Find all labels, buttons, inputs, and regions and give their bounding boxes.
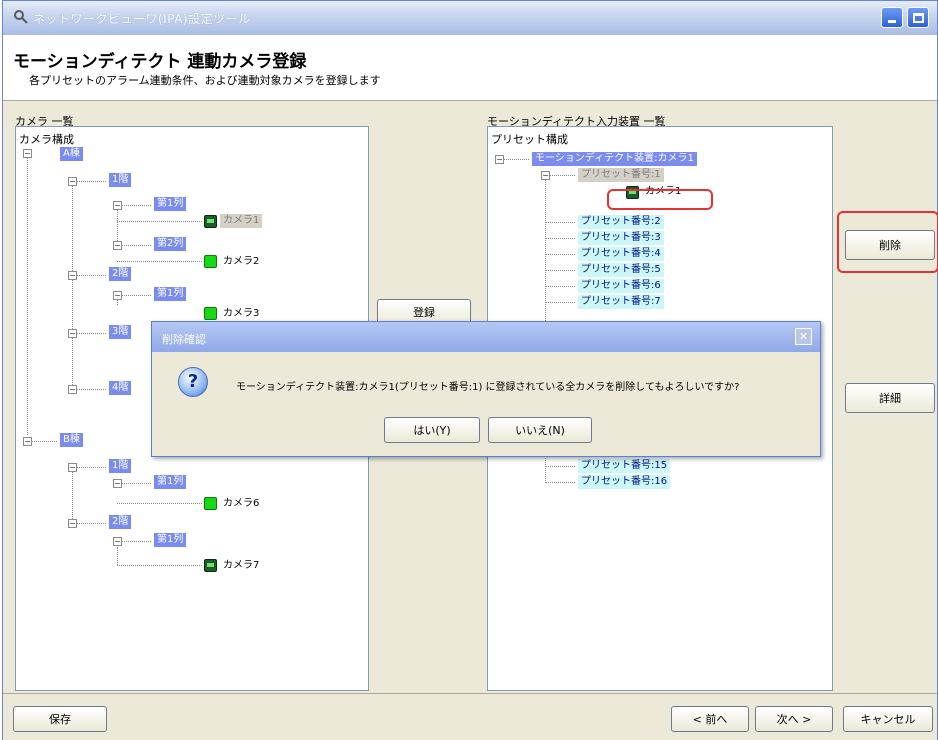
window-title: ネットワークビューワ(IPA)設定ツール xyxy=(33,12,251,26)
tree-node-preset-15[interactable]: プリセット番号:15 xyxy=(578,459,671,473)
highlight-box xyxy=(837,211,938,273)
tree-line xyxy=(545,270,575,271)
tree-line xyxy=(117,565,202,566)
tree-line xyxy=(545,254,575,255)
camera-icon xyxy=(204,497,217,510)
tree-line xyxy=(76,275,106,276)
tree-line xyxy=(121,483,151,484)
tree-line xyxy=(117,503,202,504)
tree-node-b-floor-1[interactable]: 1階 xyxy=(109,459,132,473)
tree-root-label: プリセット構成 xyxy=(491,133,568,146)
tree-node-floor-4[interactable]: 4階 xyxy=(109,381,132,395)
tree-node-preset-2[interactable]: プリセット番号:2 xyxy=(578,215,664,229)
dialog-title-bar[interactable]: 削除確認 ✕ xyxy=(152,322,820,352)
tree-node-b-row-1b[interactable]: 第1列 xyxy=(154,533,187,547)
tree-line xyxy=(76,523,106,524)
minimize-button[interactable] xyxy=(881,7,903,28)
tree-node-preset-6[interactable]: プリセット番号:6 xyxy=(578,279,664,293)
tree-node-b-row-1[interactable]: 第1列 xyxy=(154,475,187,489)
cancel-button[interactable]: キャンセル xyxy=(843,706,933,732)
dialog-message: モーションディテクト装置:カメラ1(プリセット番号:1) に登録されている全カメ… xyxy=(236,382,740,393)
tree-line xyxy=(76,467,106,468)
tree-node-preset-4[interactable]: プリセット番号:4 xyxy=(578,247,664,261)
tree-line xyxy=(545,286,575,287)
question-icon: ? xyxy=(178,367,208,397)
tree-line xyxy=(549,175,575,176)
title-bar[interactable]: ネットワークビューワ(IPA)設定ツール xyxy=(3,1,937,35)
save-button[interactable]: 保存 xyxy=(13,706,107,732)
tree-line xyxy=(121,541,151,542)
tree-node-camera-1[interactable]: カメラ1 xyxy=(220,214,263,228)
expand-toggle[interactable]: − xyxy=(23,149,32,158)
dialog-title: 削除確認 xyxy=(162,333,206,346)
tree-line xyxy=(117,221,202,222)
no-button[interactable]: いいえ(N) xyxy=(488,417,592,443)
highlight-box xyxy=(607,189,713,210)
tree-node-preset-7[interactable]: プリセット番号:7 xyxy=(578,295,664,309)
tree-line xyxy=(545,222,575,223)
yes-button[interactable]: はい(Y) xyxy=(384,417,480,443)
tree-node-preset-16[interactable]: プリセット番号:16 xyxy=(578,475,671,489)
tree-node-b-floor-2[interactable]: 2階 xyxy=(109,515,132,529)
tree-line xyxy=(72,471,73,523)
delete-confirm-dialog: 削除確認 ✕ ? モーションディテクト装置:カメラ1(プリセット番号:1) に登… xyxy=(151,321,821,457)
tree-node-preset-3[interactable]: プリセット番号:3 xyxy=(578,231,664,245)
maximize-icon xyxy=(912,12,924,23)
tree-node-bldg-a[interactable]: A棟 xyxy=(60,147,83,161)
tree-line xyxy=(76,181,106,182)
tree-node-preset-1[interactable]: プリセット番号:1 xyxy=(578,168,664,182)
page-header: モーションディテクト 連動カメラ登録 各プリセットのアラーム連動条件、および連動… xyxy=(3,35,937,101)
minimize-icon xyxy=(888,20,896,23)
tree-node-camera-3[interactable]: カメラ3 xyxy=(220,307,262,321)
tree-line xyxy=(76,333,106,334)
tree-line xyxy=(121,245,151,246)
tree-line xyxy=(121,295,151,296)
tree-node-camera-7[interactable]: カメラ7 xyxy=(220,559,262,573)
tree-node-camera-2[interactable]: カメラ2 xyxy=(220,255,262,269)
tree-line xyxy=(545,302,575,303)
next-button[interactable]: 次へ > xyxy=(755,706,833,732)
tree-node-bldg-b[interactable]: B棟 xyxy=(60,433,83,447)
tree-line xyxy=(545,466,575,467)
detail-button[interactable]: 詳細 xyxy=(845,383,935,413)
tree-line xyxy=(27,153,28,435)
tree-root-label: カメラ構成 xyxy=(19,133,74,146)
tree-node-floor-2[interactable]: 2階 xyxy=(109,267,132,281)
tree-line xyxy=(545,482,575,483)
camera-icon xyxy=(204,559,217,572)
tree-node-floor-3[interactable]: 3階 xyxy=(109,325,132,339)
tree-line xyxy=(545,238,575,239)
page-title: モーションディテクト 連動カメラ登録 xyxy=(13,52,307,72)
tree-line xyxy=(503,159,529,160)
tree-node-camera-6[interactable]: カメラ6 xyxy=(220,497,262,511)
tree-line xyxy=(121,205,151,206)
tree-node-row-2[interactable]: 第2列 xyxy=(154,237,187,251)
tree-node-preset-5[interactable]: プリセット番号:5 xyxy=(578,263,664,277)
tree-line xyxy=(72,185,73,389)
tree-node-floor-1[interactable]: 1階 xyxy=(109,173,132,187)
close-icon[interactable]: ✕ xyxy=(795,328,812,345)
page-subtitle: 各プリセットのアラーム連動条件、および連動対象カメラを登録します xyxy=(29,74,381,87)
prev-button[interactable]: < 前へ xyxy=(671,706,749,732)
camera-icon xyxy=(204,255,217,268)
camera-icon xyxy=(204,215,217,228)
camera-icon xyxy=(204,307,217,320)
maximize-button[interactable] xyxy=(907,7,929,28)
tree-node-motion-device[interactable]: モーションディテクト装置:カメラ1 xyxy=(532,152,697,166)
tree-node-row-1b[interactable]: 第1列 xyxy=(154,287,187,301)
tree-line xyxy=(31,441,57,442)
app-icon xyxy=(14,10,28,24)
main-window: ネットワークビューワ(IPA)設定ツール モーションディテクト 連動カメラ登録 … xyxy=(2,0,938,740)
tree-line xyxy=(117,547,118,565)
tree-line xyxy=(117,209,118,245)
footer-bar: 保存 < 前へ 次へ > キャンセル xyxy=(3,693,937,740)
tree-node-row-1[interactable]: 第1列 xyxy=(154,197,187,211)
tree-line xyxy=(76,389,106,390)
tree-line xyxy=(117,261,202,262)
